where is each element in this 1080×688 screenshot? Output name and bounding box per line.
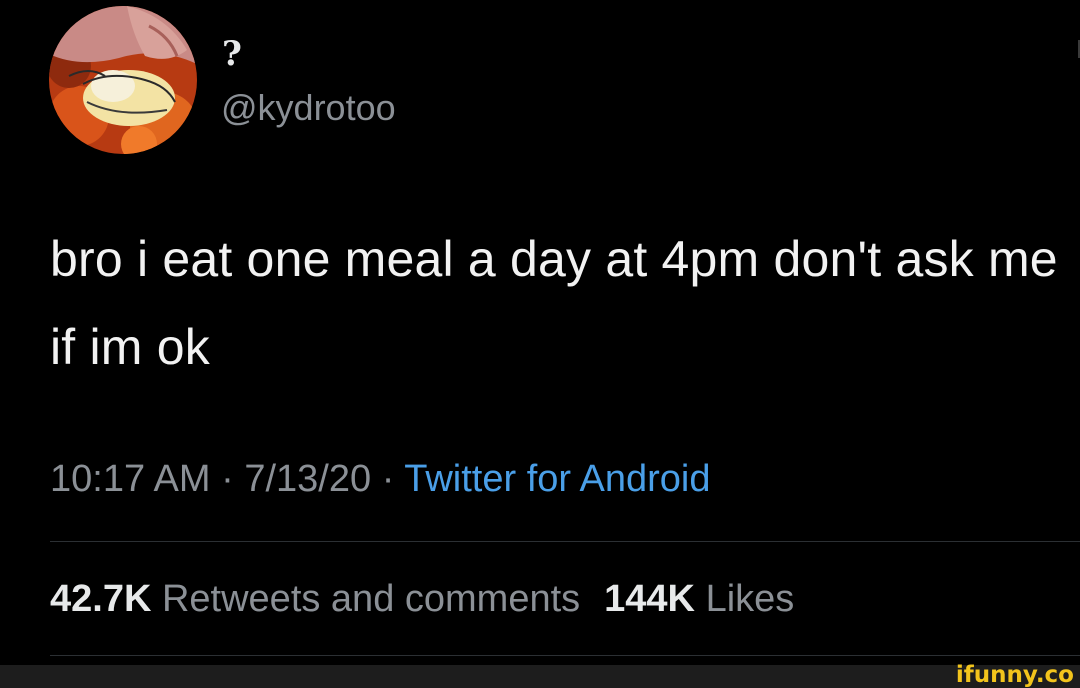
likes-stat[interactable]: 144K Likes [604, 576, 794, 622]
tweet-metadata: 10:17 AM · 7/13/20 · Twitter for Android [50, 456, 710, 502]
tweet-card: ? @kydrotoo bro i eat one meal a day at … [0, 0, 1080, 665]
client-link[interactable]: Twitter for Android [404, 458, 710, 500]
retweets-stat[interactable]: 42.7K Retweets and comments [50, 576, 580, 622]
divider [50, 655, 1080, 656]
avatar-image [49, 6, 197, 154]
tweet-time[interactable]: 10:17 AM [50, 458, 211, 500]
tweet-text: bro i eat one meal a day at 4pm don't as… [50, 231, 1058, 375]
user-handle[interactable]: @kydrotoo [221, 86, 396, 130]
meta-separator: · [371, 458, 405, 500]
footer-bar [0, 665, 1080, 688]
likes-count: 144K [604, 578, 695, 620]
likes-label: Likes [705, 578, 795, 620]
watermark: ifunny.co [955, 662, 1074, 688]
meta-separator: · [210, 458, 245, 500]
divider [50, 541, 1080, 542]
retweets-count: 42.7K [50, 578, 152, 620]
tweet-date[interactable]: 7/13/20 [244, 458, 371, 500]
display-name[interactable]: ? [222, 34, 242, 74]
tweet-stats: 42.7K Retweets and comments 144K Likes [50, 576, 794, 622]
retweets-label: Retweets and comments [161, 578, 581, 620]
avatar[interactable] [49, 6, 197, 154]
